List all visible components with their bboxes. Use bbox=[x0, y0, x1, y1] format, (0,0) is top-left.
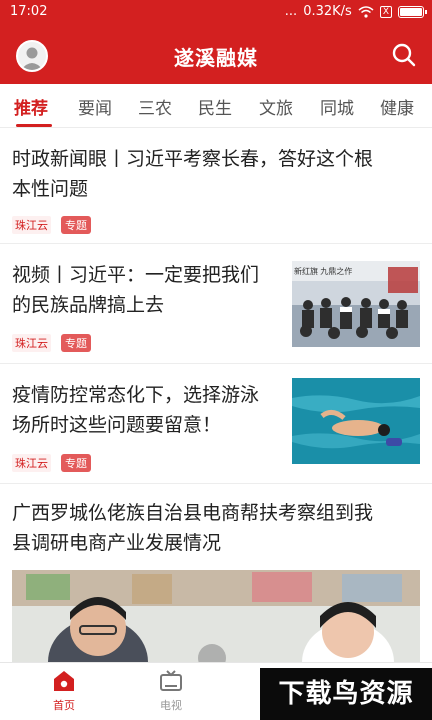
news-title-line: 广西罗城仫佬族自治县电商帮扶考察组到我 bbox=[12, 502, 374, 524]
tab-livelihood[interactable]: 民生 bbox=[198, 94, 232, 119]
news-title-line: 本性问题 bbox=[12, 178, 89, 200]
battery-level bbox=[400, 7, 422, 16]
nav-tv-label: 电视 bbox=[160, 699, 182, 712]
news-item[interactable]: 时政新闻眼丨习近平考察长春，答好这个根 本性问题 珠江云 专题 bbox=[0, 128, 432, 244]
tab-headlines[interactable]: 要闻 bbox=[78, 94, 112, 119]
news-source: 珠江云 bbox=[12, 454, 51, 472]
status-time: 17:02 bbox=[10, 4, 48, 19]
category-tabs: 推荐 要闻 三农 民生 文旅 同城 健康 bbox=[0, 84, 432, 128]
active-tab-indicator bbox=[16, 124, 52, 127]
status-bar: 17:02 ... 0.32K/s X bbox=[0, 0, 432, 26]
news-meta: 珠江云 专题 bbox=[12, 334, 91, 352]
tab-local[interactable]: 同城 bbox=[320, 94, 354, 119]
watermark-banner: 下载鸟资源 bbox=[260, 668, 432, 720]
tv-icon bbox=[160, 670, 182, 691]
news-title-line: 的民族品牌搞上去 bbox=[12, 294, 165, 316]
nav-home[interactable]: 首页 bbox=[34, 669, 94, 713]
network-speed: 0.32K/s bbox=[303, 4, 352, 19]
news-title-line: 时政新闻眼丨习近平考察长春，答好这个根 bbox=[12, 148, 374, 170]
news-thumbnail bbox=[292, 378, 420, 464]
news-thumbnail: 新红旗 九鼎之作 bbox=[292, 261, 420, 347]
app-title: 遂溪融媒 bbox=[174, 46, 258, 70]
tab-health[interactable]: 健康 bbox=[380, 94, 414, 119]
topic-badge: 专题 bbox=[61, 334, 91, 352]
topic-badge: 专题 bbox=[61, 216, 91, 234]
news-title-line: 疫情防控常态化下，选择游泳 bbox=[12, 384, 260, 406]
nav-home-label: 首页 bbox=[53, 699, 75, 712]
news-meta: 珠江云 专题 bbox=[12, 216, 91, 234]
news-title: 视频丨习近平：一定要把我们 的民族品牌搞上去 bbox=[12, 260, 284, 320]
status-dots: ... bbox=[284, 4, 298, 19]
tab-recommended[interactable]: 推荐 bbox=[14, 94, 48, 119]
tab-agriculture[interactable]: 三农 bbox=[138, 94, 172, 119]
news-title-line: 场所时这些问题要留意！ bbox=[12, 414, 222, 436]
search-icon[interactable] bbox=[390, 41, 418, 69]
news-title: 广西罗城仫佬族自治县电商帮扶考察组到我 县调研电商产业发展情况 bbox=[12, 498, 420, 558]
news-source: 珠江云 bbox=[12, 334, 51, 352]
news-title: 时政新闻眼丨习近平考察长春，答好这个根 本性问题 bbox=[12, 144, 420, 204]
sim-icon: X bbox=[379, 5, 392, 18]
news-source: 珠江云 bbox=[12, 216, 51, 234]
news-meta: 珠江云 专题 bbox=[12, 454, 91, 472]
thumbnail-caption: 新红旗 九鼎之作 bbox=[294, 266, 352, 276]
topic-badge: 专题 bbox=[61, 454, 91, 472]
news-item[interactable]: 疫情防控常态化下，选择游泳 场所时这些问题要留意！ 珠江云 专题 bbox=[0, 364, 432, 484]
news-title-line: 县调研电商产业发展情况 bbox=[12, 532, 222, 554]
nav-tv[interactable]: 电视 bbox=[141, 669, 201, 713]
news-photo bbox=[12, 570, 420, 662]
status-icons: ... 0.32K/s X bbox=[284, 4, 427, 19]
wifi-icon bbox=[358, 5, 374, 18]
tab-culture-tourism[interactable]: 文旅 bbox=[259, 94, 293, 119]
app-header: 遂溪融媒 bbox=[0, 26, 432, 84]
news-title-line: 视频丨习近平：一定要把我们 bbox=[12, 264, 260, 286]
home-icon bbox=[54, 671, 74, 691]
news-item[interactable]: 视频丨习近平：一定要把我们 的民族品牌搞上去 珠江云 专题 新红旗 九鼎之作 bbox=[0, 244, 432, 364]
news-title: 疫情防控常态化下，选择游泳 场所时这些问题要留意！ bbox=[12, 380, 284, 440]
battery-icon bbox=[398, 5, 427, 18]
